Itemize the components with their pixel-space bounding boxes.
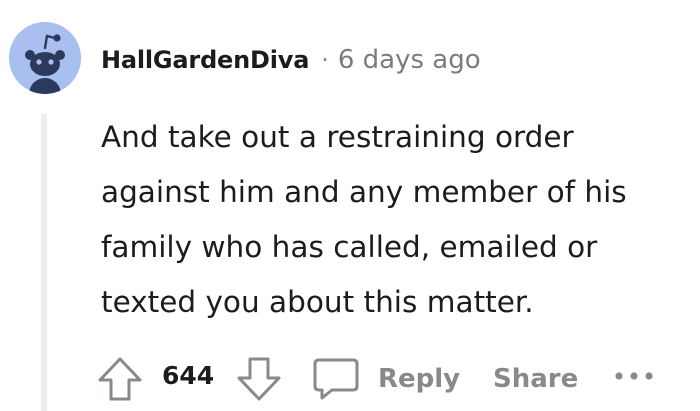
username[interactable]: HallGardenDiva — [101, 46, 309, 74]
comment-actions: 644 Reply Share — [95, 352, 700, 406]
comment-header: HallGardenDiva · 6 days ago — [101, 40, 481, 80]
downvote-button[interactable] — [234, 354, 284, 404]
vote-count: 644 — [162, 361, 215, 390]
timestamp[interactable]: 6 days ago — [338, 45, 481, 75]
meta-separator: · — [321, 46, 329, 74]
comment: HallGardenDiva · 6 days ago And take out… — [0, 0, 700, 411]
comment-body: And take out a restraining order against… — [101, 110, 700, 330]
share-label: Share — [493, 364, 579, 394]
share-button[interactable]: Share — [493, 352, 578, 406]
user-avatar[interactable] — [9, 22, 81, 94]
comment-body-line: family who has called, emailed or — [101, 230, 598, 264]
reddit-snoo-avatar-icon — [9, 22, 81, 94]
more-options-button[interactable] — [609, 364, 659, 388]
arrow-down-icon — [237, 357, 281, 401]
thread-collapse-line[interactable] — [41, 114, 47, 411]
arrow-up-icon — [98, 357, 142, 401]
reply-label: Reply — [378, 364, 461, 394]
upvote-button[interactable] — [95, 354, 145, 404]
speech-bubble-icon — [313, 358, 359, 400]
more-horizontal-icon — [615, 372, 653, 380]
comment-body-line: against him and any member of his — [101, 175, 627, 209]
comment-body-line: texted you about this matter. — [101, 285, 534, 319]
reply-button[interactable]: Reply — [312, 352, 460, 406]
comment-body-line: And take out a restraining order — [101, 120, 574, 154]
